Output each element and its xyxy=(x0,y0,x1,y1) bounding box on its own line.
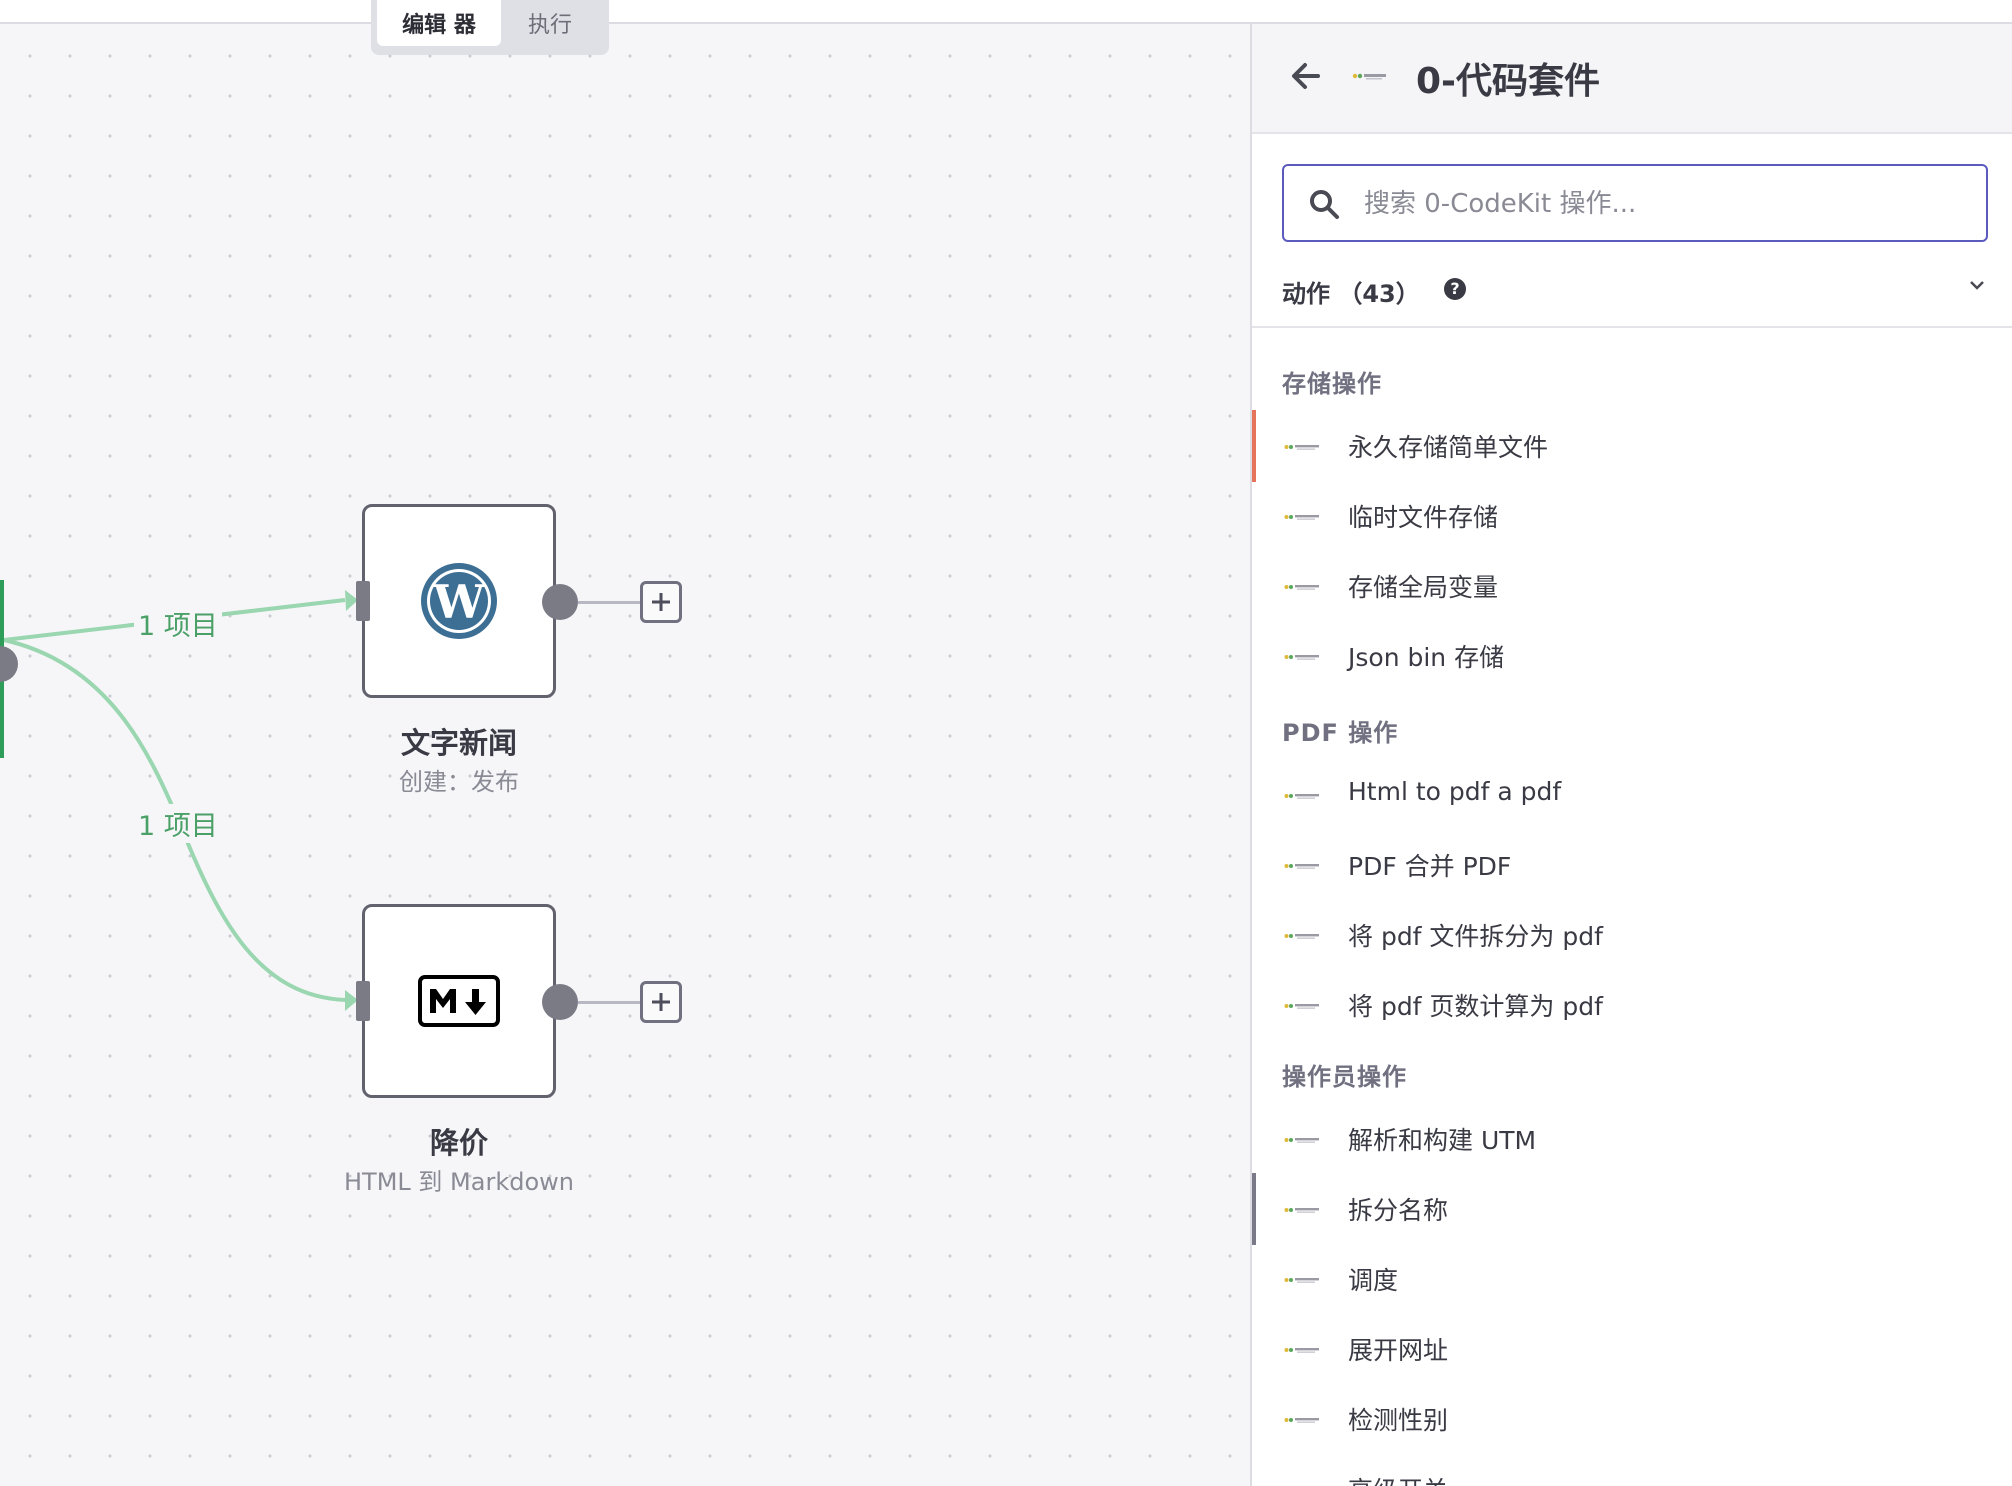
edge-label-wordpress: 1 项目 xyxy=(134,604,222,643)
action-item[interactable]: 拆分名称 xyxy=(1252,1173,2012,1245)
svg-text:W: W xyxy=(432,575,486,629)
mode-switch: 编辑 器 执行 xyxy=(371,0,609,55)
codekit-logo-icon xyxy=(1284,1208,1319,1213)
wordpress-output-line xyxy=(578,601,640,604)
section-title: 操作员操作 xyxy=(1282,1063,1407,1091)
codekit-logo-icon xyxy=(1284,1418,1319,1423)
hover-item-marker xyxy=(1252,1173,1256,1245)
action-item[interactable]: 调度 xyxy=(1252,1243,2012,1315)
action-item-label: PDF 合并 PDF xyxy=(1348,852,1512,881)
section-title: 存储操作 xyxy=(1282,370,1382,398)
action-item[interactable]: 存储全局变量 xyxy=(1252,550,2012,622)
node-markdown-subtitle: HTML 到 Markdown xyxy=(344,1168,574,1196)
action-item-label: 拆分名称 xyxy=(1348,1196,1449,1225)
search-icon xyxy=(1310,190,1339,219)
action-item[interactable]: 高级开关 xyxy=(1252,1453,2012,1486)
action-item[interactable]: 检测性别 xyxy=(1252,1383,2012,1455)
action-item[interactable]: 永久存储简单文件 xyxy=(1252,410,2012,482)
chevron-down-icon[interactable] xyxy=(1968,276,1986,294)
action-item-label: 检测性别 xyxy=(1348,1406,1449,1435)
edge-label-markdown: 1 项目 xyxy=(134,804,222,843)
codekit-logo-icon xyxy=(1352,73,1386,80)
action-item[interactable]: PDF 合并 PDF xyxy=(1252,829,2012,901)
action-item[interactable]: Json bin 存储 xyxy=(1252,620,2012,692)
codekit-logo-icon xyxy=(1284,1004,1319,1009)
action-item[interactable]: Html to pdf a pdf xyxy=(1252,759,2012,831)
edges-layer xyxy=(3,590,358,1011)
actions-category-header[interactable]: 动作 （43） ? xyxy=(1252,264,2012,328)
panel-title: 0-代码套件 xyxy=(1416,61,1600,102)
wordpress-add-node-button[interactable] xyxy=(640,581,682,623)
markdown-input-handle[interactable] xyxy=(356,981,370,1021)
section-title: PDF 操作 xyxy=(1282,719,1399,747)
active-item-marker xyxy=(1252,410,1256,482)
action-item-label: 临时文件存储 xyxy=(1348,503,1499,532)
action-item-label: 调度 xyxy=(1348,1266,1399,1295)
action-item-label: 存储全局变量 xyxy=(1348,573,1499,602)
codekit-logo-icon xyxy=(1284,585,1319,590)
codekit-logo-icon xyxy=(1284,794,1319,799)
codekit-logo-icon xyxy=(1284,934,1319,939)
action-item[interactable]: 展开网址 xyxy=(1252,1313,2012,1385)
action-item-label: 解析和构建 UTM xyxy=(1348,1126,1537,1155)
action-item-label: 将 pdf 页数计算为 pdf xyxy=(1348,992,1603,1021)
codekit-logo-icon xyxy=(1284,655,1319,660)
help-icon[interactable]: ? xyxy=(1444,278,1466,300)
codekit-logo-icon xyxy=(1284,515,1319,520)
workflow-canvas[interactable]: 1 项目 1 项目 W 文字新闻 创建：发布 降价 HTML 到 Markdow… xyxy=(0,24,1250,1486)
top-bar xyxy=(0,0,2012,24)
panel-header: 0-代码套件 xyxy=(1252,24,2012,134)
node-wordpress-title: 文字新闻 xyxy=(400,726,517,760)
node-creator-panel: 0-代码套件 动作 （43） ? 存储操作永久存储简单文件临时文件存储存储全局变… xyxy=(1250,24,2012,1486)
action-item-label: Json bin 存储 xyxy=(1348,643,1505,672)
action-item-label: 展开网址 xyxy=(1348,1336,1449,1365)
wordpress-output-handle[interactable] xyxy=(542,584,578,620)
node-markdown[interactable] xyxy=(362,904,556,1098)
codekit-logo-icon xyxy=(1284,445,1319,450)
search-box[interactable] xyxy=(1282,164,1988,242)
codekit-logo-icon xyxy=(1284,864,1319,869)
action-item[interactable]: 将 pdf 页数计算为 pdf xyxy=(1252,969,2012,1041)
markdown-icon xyxy=(418,975,500,1027)
action-item[interactable]: 将 pdf 文件拆分为 pdf xyxy=(1252,899,2012,971)
node-markdown-title: 降价 xyxy=(429,1126,488,1160)
wordpress-icon: W xyxy=(421,563,497,639)
search-input[interactable] xyxy=(1362,166,1966,242)
action-item-label: 高级开关 xyxy=(1348,1471,1448,1486)
markdown-output-handle[interactable] xyxy=(542,984,578,1020)
action-item[interactable]: 解析和构建 UTM xyxy=(1252,1103,2012,1175)
tab-executions[interactable]: 执行 xyxy=(501,0,599,46)
actions-count-label: 动作 （43） xyxy=(1282,280,1420,308)
action-item-label: 永久存储简单文件 xyxy=(1348,433,1549,462)
tab-editor[interactable]: 编辑 器 xyxy=(377,0,501,46)
action-item-label: Html to pdf a pdf xyxy=(1348,777,1562,806)
codekit-logo-icon xyxy=(1284,1278,1319,1283)
action-item-label: 将 pdf 文件拆分为 pdf xyxy=(1348,922,1603,951)
codekit-logo-icon xyxy=(1284,1138,1319,1143)
back-arrow-icon[interactable] xyxy=(1288,58,1324,94)
plus-icon xyxy=(652,993,670,1011)
node-wordpress[interactable]: W xyxy=(362,504,556,698)
markdown-add-node-button[interactable] xyxy=(640,981,682,1023)
markdown-output-line xyxy=(578,1001,640,1004)
node-wordpress-subtitle: 创建：发布 xyxy=(399,768,519,796)
action-item[interactable]: 临时文件存储 xyxy=(1252,480,2012,552)
wordpress-input-handle[interactable] xyxy=(356,581,370,621)
plus-icon xyxy=(652,593,670,611)
codekit-logo-icon xyxy=(1284,1348,1319,1353)
